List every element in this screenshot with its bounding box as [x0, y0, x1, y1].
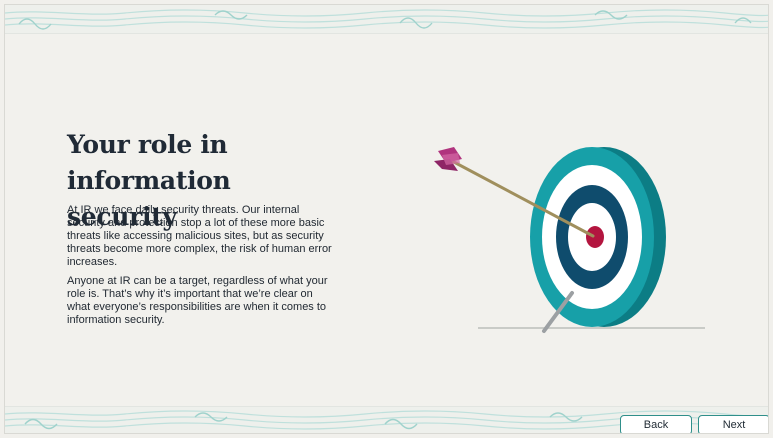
- wave-pattern-top: [5, 9, 768, 30]
- slide-frame: Your role in information security At IR …: [4, 4, 769, 434]
- target-arrow-icon: [434, 147, 705, 333]
- intro-paragraph: At IR we face daily security threats. Ou…: [67, 204, 332, 268]
- bullseye: [586, 226, 604, 248]
- responsibility-paragraph: Anyone at IR can be a target, regardless…: [67, 275, 328, 326]
- decorative-header-band: [5, 5, 768, 34]
- next-button[interactable]: Next: [698, 415, 768, 433]
- arrow-fletching: [434, 147, 462, 171]
- back-button[interactable]: Back: [620, 415, 692, 433]
